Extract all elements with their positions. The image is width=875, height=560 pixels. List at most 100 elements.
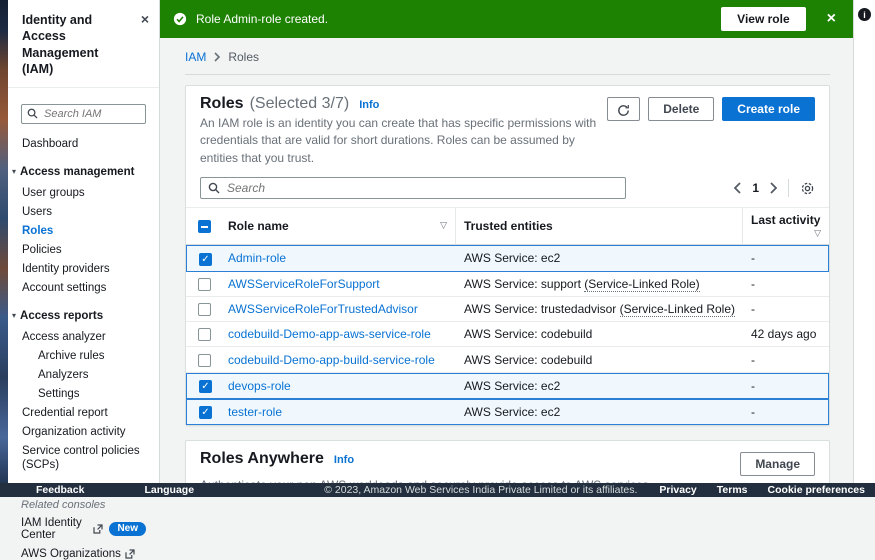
sidebar-item-dashboard[interactable]: Dashboard bbox=[8, 134, 159, 153]
pagination: 1 bbox=[734, 179, 815, 198]
language-link[interactable]: Language bbox=[144, 483, 194, 497]
previous-page-icon[interactable] bbox=[734, 182, 741, 194]
table-row: ✓ devops-role AWS Service: ec2 - bbox=[186, 372, 829, 400]
side-panel-header: Identity and Access Management (IAM) × bbox=[8, 0, 159, 88]
row-checkbox[interactable]: ✓ bbox=[199, 380, 212, 394]
table-search bbox=[200, 177, 626, 200]
feedback-link[interactable]: Feedback bbox=[36, 483, 84, 497]
role-name-link[interactable]: Admin-role bbox=[228, 251, 286, 265]
last-activity-text: - bbox=[743, 297, 829, 323]
trusted-entity-text: AWS Service: codebuild bbox=[464, 352, 593, 367]
sidebar-item-policies[interactable]: Policies bbox=[8, 240, 159, 259]
sidebar-item-aws-organizations[interactable]: AWS Organizations bbox=[21, 548, 146, 560]
divider bbox=[185, 74, 830, 75]
external-link-icon bbox=[125, 549, 135, 559]
sidebar-item-access-reports[interactable]: ▾ Access reports bbox=[8, 306, 159, 325]
role-name-link[interactable]: devops-role bbox=[228, 379, 291, 393]
sidebar-item-user-groups[interactable]: User groups bbox=[8, 183, 159, 202]
role-name-link[interactable]: tester-role bbox=[228, 405, 282, 419]
table-row: ✓ Admin-role AWS Service: ec2 - bbox=[186, 245, 829, 272]
row-checkbox[interactable] bbox=[198, 277, 211, 291]
sidebar-item-roles[interactable]: Roles bbox=[8, 221, 159, 240]
roles-anywhere-card: Roles Anywhere Info Manage Authenticate … bbox=[185, 440, 830, 483]
sidebar-item-identity-providers[interactable]: Identity providers bbox=[8, 259, 159, 278]
console-footer: Feedback Language © 2023, Amazon Web Ser… bbox=[0, 483, 875, 497]
sidebar-item-credential-report[interactable]: Credential report bbox=[8, 403, 159, 422]
sidebar-item-users[interactable]: Users bbox=[8, 202, 159, 221]
info-link[interactable]: Info bbox=[334, 454, 354, 466]
new-badge: New bbox=[109, 522, 146, 536]
breadcrumb: IAM Roles bbox=[185, 50, 830, 64]
trusted-entity-text: AWS Service: trustedadvisor bbox=[464, 301, 617, 316]
external-link-icon bbox=[93, 524, 104, 534]
sidebar-item-archive-rules[interactable]: Archive rules bbox=[8, 346, 159, 365]
refresh-button[interactable] bbox=[607, 97, 641, 121]
table-row: AWSServiceRoleForTrustedAdvisor AWS Servi… bbox=[186, 297, 829, 323]
roles-anywhere-title: Roles Anywhere bbox=[200, 450, 324, 468]
role-name-link[interactable]: codebuild-Demo-app-aws-service-role bbox=[228, 327, 431, 341]
view-role-button[interactable]: View role bbox=[721, 7, 806, 31]
roles-table-card: Roles (Selected 3/7) Info An IAM role is… bbox=[185, 85, 830, 427]
manage-button[interactable]: Manage bbox=[740, 452, 815, 477]
last-activity-text: - bbox=[743, 347, 829, 373]
roles-table-body: ✓ Admin-role AWS Service: ec2- AWSServiceRo… bbox=[186, 245, 829, 426]
sort-icon[interactable]: ▽ bbox=[440, 220, 447, 231]
breadcrumb-iam[interactable]: IAM bbox=[185, 50, 206, 64]
next-page-icon[interactable] bbox=[770, 182, 777, 194]
info-icon[interactable]: i bbox=[858, 8, 871, 21]
main-content: Role Admin-role created. View role × IAM… bbox=[160, 0, 853, 483]
sidebar-item-settings[interactable]: Settings bbox=[8, 384, 159, 403]
close-icon[interactable]: × bbox=[141, 11, 149, 27]
roles-description: An IAM role is an identity you can creat… bbox=[200, 116, 597, 165]
sort-icon[interactable]: ▽ bbox=[814, 228, 821, 239]
role-name-link[interactable]: codebuild-Demo-app-build-service-role bbox=[228, 353, 435, 367]
sidebar-item-access-analyzer[interactable]: Access analyzer bbox=[8, 327, 159, 346]
success-check-icon bbox=[173, 12, 187, 26]
related-consoles: Related consoles IAM Identity Center New… bbox=[8, 489, 159, 560]
sidebar-item-service-control-policies-scps[interactable]: Service control policies (SCPs) bbox=[8, 441, 159, 474]
service-linked-label[interactable]: (Service-Linked Role) bbox=[619, 301, 736, 317]
terms-link[interactable]: Terms bbox=[717, 483, 748, 497]
selected-count: (Selected 3/7) bbox=[249, 95, 350, 112]
preferences-gear-icon[interactable] bbox=[800, 181, 815, 196]
trusted-entity-text: AWS Service: ec2 bbox=[464, 405, 561, 420]
related-consoles-heading: Related consoles bbox=[21, 499, 106, 511]
role-name-link[interactable]: AWSServiceRoleForSupport bbox=[228, 277, 380, 291]
roles-table: Role name ▽ Trusted entities Last activit… bbox=[186, 207, 829, 426]
column-role-name[interactable]: Role name ▽ bbox=[220, 207, 456, 246]
sidebar-item-access-management[interactable]: ▾ Access management bbox=[8, 162, 159, 181]
flashbar-close-icon[interactable]: × bbox=[827, 11, 836, 27]
sidebar-item-iam-identity-center[interactable]: IAM Identity Center New bbox=[21, 517, 146, 541]
column-last-activity[interactable]: Last activity ▽ bbox=[743, 207, 829, 246]
divider bbox=[788, 179, 789, 198]
column-trusted-entities[interactable]: Trusted entities bbox=[456, 207, 743, 246]
info-link[interactable]: Info bbox=[359, 99, 379, 111]
sidebar-item-account-settings[interactable]: Account settings bbox=[8, 278, 159, 297]
page-number[interactable]: 1 bbox=[752, 181, 759, 195]
select-all-checkbox[interactable] bbox=[198, 220, 211, 234]
table-search-input[interactable] bbox=[200, 177, 626, 200]
cookie-preferences-link[interactable]: Cookie preferences bbox=[768, 483, 865, 497]
row-checkbox[interactable]: ✓ bbox=[199, 252, 212, 266]
row-checkbox[interactable] bbox=[198, 353, 211, 367]
sidebar-item-analyzers[interactable]: Analyzers bbox=[8, 365, 159, 384]
caret-down-icon: ▾ bbox=[12, 310, 17, 320]
row-checkbox[interactable] bbox=[198, 328, 211, 342]
privacy-link[interactable]: Privacy bbox=[659, 483, 696, 497]
sidebar-search-input[interactable] bbox=[21, 104, 146, 124]
role-name-link[interactable]: AWSServiceRoleForTrustedAdvisor bbox=[228, 302, 418, 316]
create-role-button[interactable]: Create role bbox=[722, 97, 815, 121]
trusted-entity-text: AWS Service: codebuild bbox=[464, 327, 593, 342]
last-activity-text: - bbox=[743, 245, 829, 272]
trusted-entity-text: AWS Service: ec2 bbox=[464, 378, 561, 393]
search-icon bbox=[208, 182, 220, 194]
iam-side-panel: Identity and Access Management (IAM) × D… bbox=[8, 0, 160, 560]
flashbar-message: Role Admin-role created. bbox=[196, 12, 329, 26]
delete-button[interactable]: Delete bbox=[648, 97, 715, 121]
row-checkbox[interactable] bbox=[198, 303, 211, 317]
service-linked-label[interactable]: (Service-Linked Role) bbox=[584, 276, 700, 292]
row-checkbox[interactable]: ✓ bbox=[199, 406, 212, 420]
sidebar-item-organization-activity[interactable]: Organization activity bbox=[8, 422, 159, 441]
last-activity-text: 42 days ago bbox=[743, 322, 829, 348]
side-panel-title: Identity and Access Management (IAM) bbox=[22, 13, 99, 76]
